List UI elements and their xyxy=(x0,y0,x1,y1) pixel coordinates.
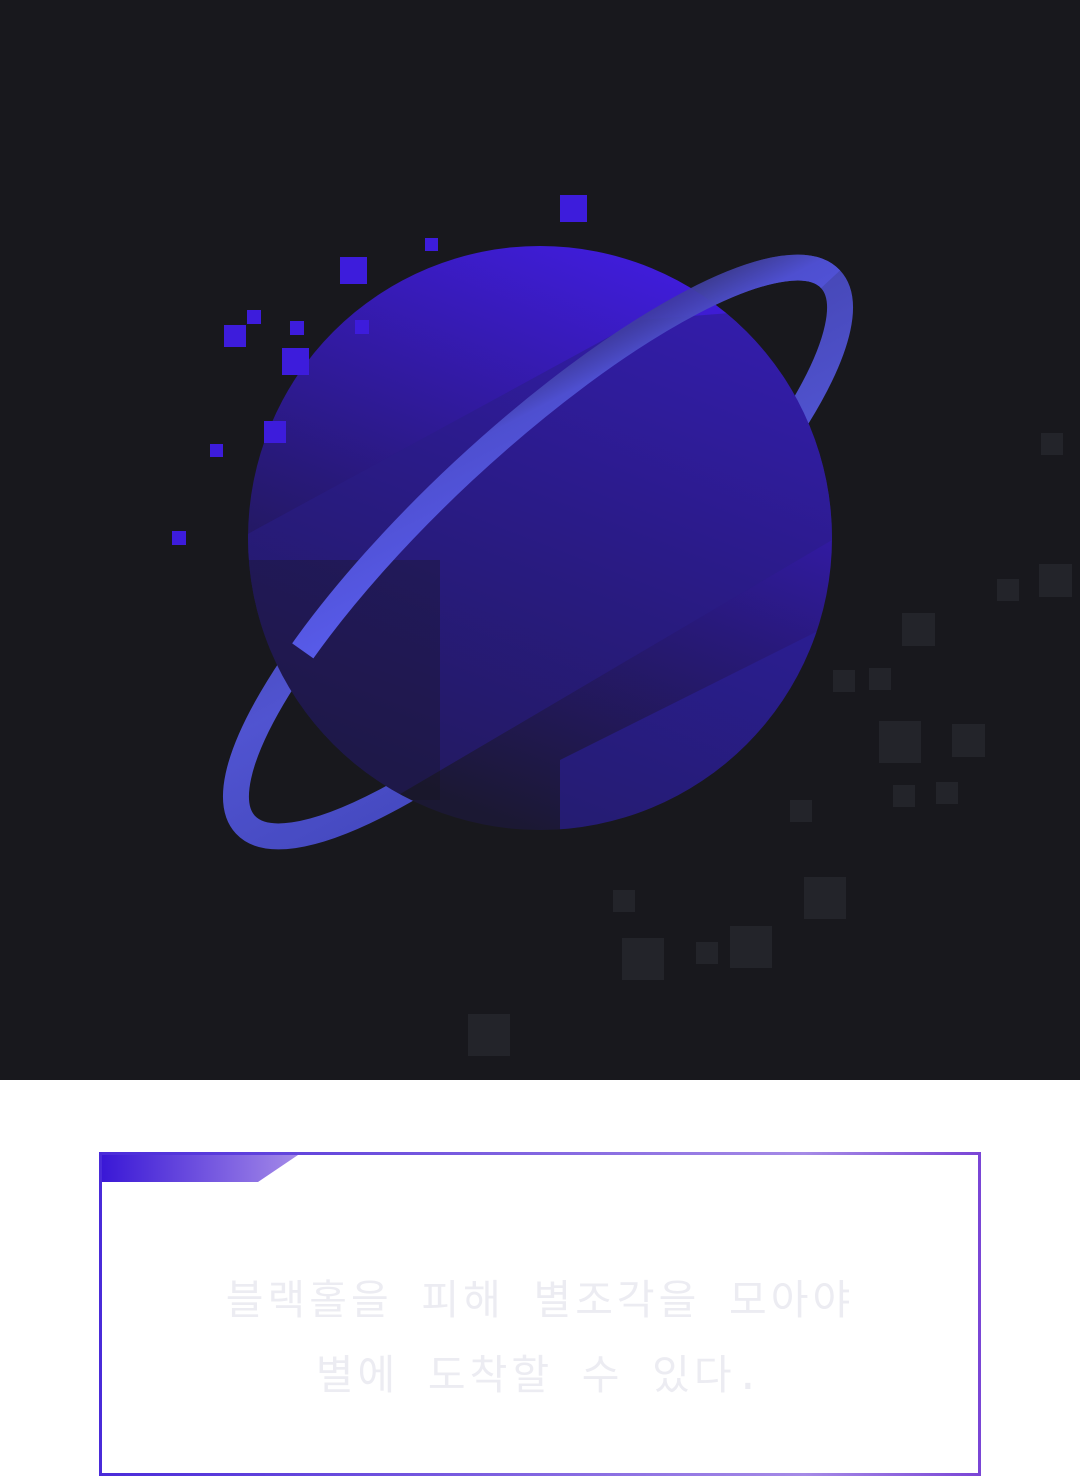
caption-line-1: 블랙홀을 피해 별조각을 모아야 xyxy=(225,1276,855,1324)
caption-line-2: 별에 도착할 수 있다. xyxy=(315,1351,765,1399)
caption-text: 블랙홀을 피해 별조각을 모아야 별에 도착할 수 있다. xyxy=(102,1263,978,1413)
card-corner-tab xyxy=(102,1155,298,1182)
planet-ring-icon xyxy=(172,195,1072,1056)
caption-card: 블랙홀을 피해 별조각을 모아야 별에 도착할 수 있다. xyxy=(99,1152,981,1476)
hero-illustration xyxy=(0,0,1080,1080)
